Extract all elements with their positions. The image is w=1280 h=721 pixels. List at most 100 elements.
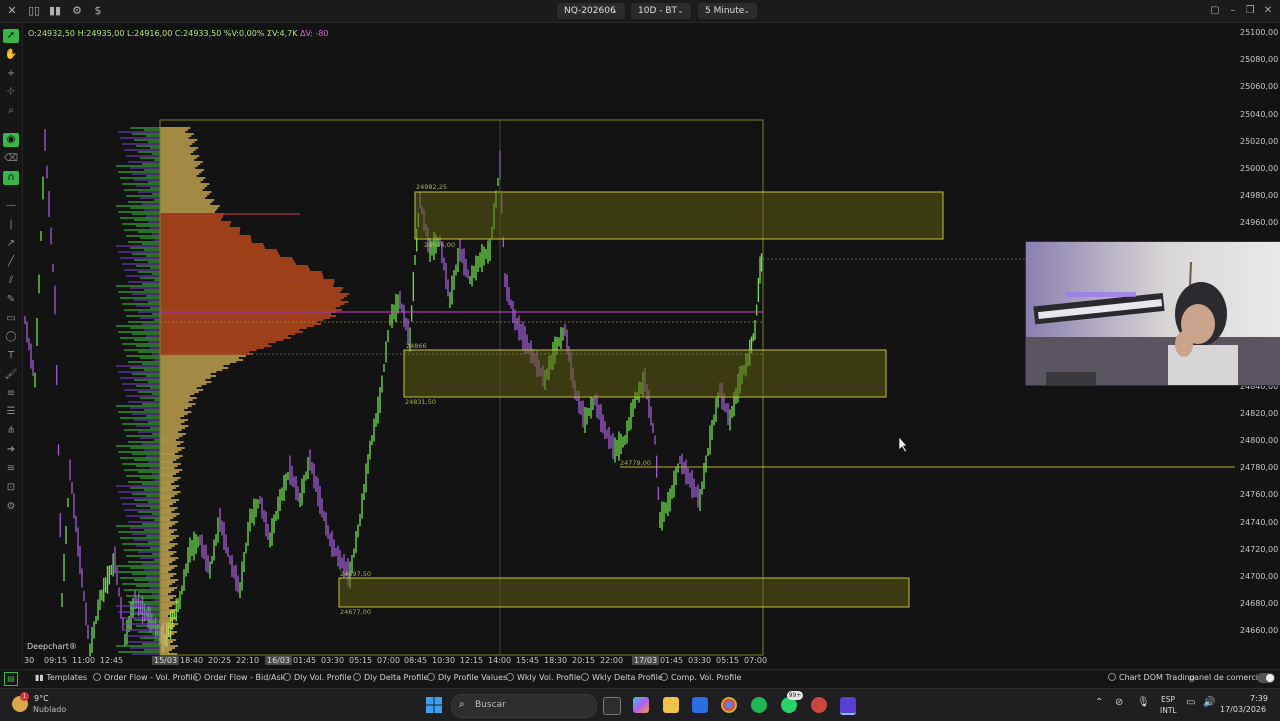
timeframe-label: 5 Minute: [705, 6, 745, 16]
store-icon[interactable]: [692, 697, 708, 713]
tab-label: Wkly Delta Profile: [592, 673, 663, 682]
chrome-icon[interactable]: [721, 697, 737, 713]
price-axis-label: 24960,00: [1240, 218, 1279, 228]
bar-chart-icon[interactable]: ▮▮: [47, 3, 63, 19]
templates-button[interactable]: ▮▮ Templates: [35, 673, 87, 682]
clock-time[interactable]: 7:39: [1250, 694, 1268, 703]
file-explorer-icon[interactable]: [663, 697, 679, 713]
eraser-icon[interactable]: ⌫: [3, 152, 19, 166]
os-taskbar: 1 9°C Nublado ⌕ Buscar 99+ ⌃ ⊘ 🎙 ESP INT…: [0, 688, 1280, 721]
pan-icon[interactable]: ✋: [3, 48, 19, 62]
chart-dom-label: Chart DOM Trading: [1119, 673, 1195, 682]
trading-panel-toggle[interactable]: [1257, 673, 1275, 683]
cursor-icon[interactable]: ➚: [3, 29, 19, 43]
close-icon[interactable]: ✕: [4, 3, 20, 19]
language-bottom: INTL: [1160, 706, 1177, 715]
arrow-icon[interactable]: ➜: [3, 443, 19, 457]
period-label: 10D - BT: [638, 6, 678, 16]
time-axis-label: 09:15: [44, 656, 68, 665]
time-axis-label: 22:10: [236, 656, 260, 665]
time-axis-label: 18:30: [544, 656, 568, 665]
trendline-icon[interactable]: ╱: [3, 255, 19, 269]
tab-wkly-vol-profile[interactable]: Wkly Vol. Profile: [506, 673, 581, 682]
spotify-icon[interactable]: [751, 697, 767, 713]
pencil-icon[interactable]: ✎: [3, 293, 19, 307]
price-axis-label: 24800,00: [1240, 436, 1279, 445]
tab-comp-vol-profile[interactable]: Comp. Vol. Profile: [660, 673, 741, 682]
rectangle-icon[interactable]: ▭: [3, 312, 19, 326]
price-axis-label: 24740,00: [1240, 517, 1279, 527]
time-axis-label: 12:15: [460, 656, 484, 665]
volume-icon[interactable]: 🔊: [1203, 697, 1215, 708]
list-icon[interactable]: ≡: [3, 387, 19, 401]
settings-icon[interactable]: ⚙: [69, 3, 85, 19]
brush-icon[interactable]: 🖌: [3, 368, 19, 382]
windows-start-icon[interactable]: [426, 697, 442, 713]
tab-dly-profile-values[interactable]: Dly Profile Values: [427, 673, 507, 682]
crosshair-icon[interactable]: +: [3, 67, 19, 81]
tab-order-flow-vol-profile[interactable]: Order Flow - Vol. Profile: [93, 673, 197, 682]
tab-dly-delta-profile[interactable]: Dly Delta Profile: [353, 673, 428, 682]
templates-icon: ▮▮: [35, 673, 47, 682]
tab-label: Order Flow - Vol. Profile: [104, 673, 198, 682]
settings-small-icon[interactable]: ⚙: [3, 500, 19, 514]
tab-order-flow-bid-ask[interactable]: Order Flow - Bid/Ask: [193, 673, 285, 682]
tab-dly-vol-profile[interactable]: Dly Vol. Profile: [283, 673, 352, 682]
minimize-icon[interactable]: –: [1226, 4, 1240, 18]
fib-icon[interactable]: ☰: [3, 405, 19, 419]
zoom-icon[interactable]: ⌕: [3, 104, 19, 118]
time-axis-label: 12:45: [100, 656, 124, 665]
app-icon[interactable]: [811, 697, 827, 713]
price-axis-label: 24980,00: [1240, 191, 1279, 201]
deepchart-app-icon[interactable]: [840, 697, 856, 715]
symbol-dropdown[interactable]: NQ-202606 ⌄: [557, 3, 625, 19]
task-view-icon[interactable]: [603, 697, 621, 715]
layers-icon[interactable]: ≋: [3, 462, 19, 476]
lock-icon[interactable]: ⊡: [3, 481, 19, 495]
display-icon[interactable]: ▭: [1186, 697, 1195, 708]
tab-label: Wkly Vol. Profile: [517, 673, 581, 682]
time-axis-label: 05:15: [716, 656, 740, 665]
network-off-icon[interactable]: ⊘: [1115, 697, 1123, 708]
template-grid-icon[interactable]: ▤: [4, 672, 18, 686]
time-axis-label: 03:30: [321, 656, 345, 665]
taskbar-search[interactable]: ⌕ Buscar: [451, 694, 597, 718]
time-axis-label: 11:00: [72, 656, 96, 665]
vertical-line-icon[interactable]: |: [3, 218, 19, 232]
close-window-icon[interactable]: ✕: [1261, 4, 1275, 18]
time-axis-label: 03:30: [688, 656, 712, 665]
text-icon[interactable]: T: [3, 349, 19, 363]
ray-icon[interactable]: ↗: [3, 237, 19, 251]
price-axis-label: 25000,00: [1240, 164, 1279, 173]
dollar-icon[interactable]: $: [90, 3, 106, 19]
magnet-icon[interactable]: ∩: [3, 171, 19, 185]
channel-icon[interactable]: ⫽: [3, 274, 19, 288]
price-axis-label: 25020,00: [1240, 136, 1279, 146]
time-axis-label: 05:15: [349, 656, 373, 665]
template-tabs-bar: ▤ ▮▮ Templates Order Flow - Vol. Profile…: [0, 669, 1280, 688]
chart-dom-trading-button[interactable]: Chart DOM Trading: [1108, 673, 1195, 682]
candlestick-icon[interactable]: ▯▯: [26, 3, 42, 19]
horizontal-line-icon[interactable]: —: [3, 199, 19, 213]
measure-icon[interactable]: ⊹: [3, 85, 19, 99]
chevron-down-icon: ⌄: [677, 6, 684, 15]
copilot-icon[interactable]: [633, 697, 649, 713]
drawing-toolbar: ➚ ✋ + ⊹ ⌕ ◉ ⌫ ∩ — | ↗ ╱ ⫽ ✎ ▭ ◯ T 🖌 ≡ ☰ …: [0, 23, 23, 668]
pitchfork-icon[interactable]: ⋔: [3, 424, 19, 438]
ellipse-icon[interactable]: ◯: [3, 330, 19, 344]
tab-wkly-delta-profile[interactable]: Wkly Delta Profile: [581, 673, 663, 682]
ohlc-values: O:24932,50 H:24935,00 L:24916,00 C:24933…: [28, 29, 298, 38]
language-top[interactable]: ESP: [1161, 695, 1175, 704]
chevron-up-icon[interactable]: ⌃: [1095, 697, 1103, 708]
time-axis-label: 08:45: [404, 656, 428, 665]
time-axis-label: 15/03: [152, 656, 180, 665]
restore-icon[interactable]: ❐: [1243, 4, 1257, 18]
weather-temp: 9°C: [34, 694, 49, 703]
microphone-icon[interactable]: 🎙: [1137, 697, 1150, 708]
layout-icon[interactable]: ▢: [1208, 4, 1222, 18]
period-dropdown[interactable]: 10D - BT ⌄: [631, 3, 691, 19]
templates-label: Templates: [46, 673, 88, 682]
eye-icon[interactable]: ◉: [3, 133, 19, 147]
price-axis-label: 24820,00: [1240, 408, 1279, 418]
timeframe-dropdown[interactable]: 5 Minute ⌄: [698, 3, 757, 19]
